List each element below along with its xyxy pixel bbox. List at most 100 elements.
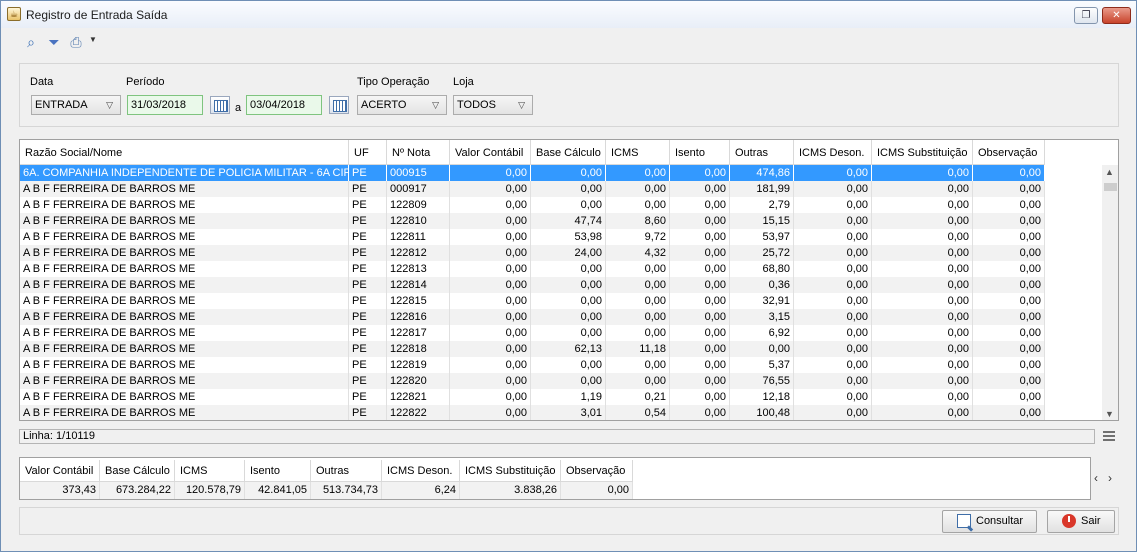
vertical-scrollbar[interactable]: ▲ ▼ [1102,165,1118,420]
table-cell: 4,32 [606,245,670,261]
close-button[interactable]: ✕ [1102,7,1131,24]
table-cell: 62,13 [531,341,606,357]
filter-icon[interactable]: ⏷ [45,34,63,50]
table-cell: 15,15 [730,213,794,229]
table-row[interactable]: A B F FERREIRA DE BARROS ME PE 122812 0,00 2… [20,245,1045,261]
restore-button[interactable]: ❐ [1074,7,1098,24]
totals-value: 373,43 [20,482,100,499]
table-row[interactable]: A B F FERREIRA DE BARROS ME PE 122815 0,00 0… [20,293,1045,309]
records-table[interactable]: Razão Social/Nome UF Nº Nota Valor Contábil… [19,139,1119,421]
data-select[interactable]: ENTRADA ▽ [31,95,121,115]
table-row[interactable]: A B F FERREIRA DE BARROS ME PE 122822 0,00 3… [20,405,1045,420]
table-cell: 32,91 [730,293,794,309]
column-header[interactable]: ICMS Deson. [794,140,872,165]
column-header[interactable]: ICMS [606,140,670,165]
table-row[interactable]: A B F FERREIRA DE BARROS ME PE 122816 0,00 0… [20,309,1045,325]
table-row[interactable]: A B F FERREIRA DE BARROS ME PE 122810 0,00 4… [20,213,1045,229]
table-cell: A B F FERREIRA DE BARROS ME [20,277,349,293]
table-cell: 3,15 [730,309,794,325]
scrollbar-thumb[interactable] [1104,183,1117,191]
loja-select-value: TODOS [457,99,496,111]
table-cell: 0,00 [872,229,973,245]
window-title: Registro de Entrada Saída [26,8,168,22]
table-cell: 0,00 [606,325,670,341]
table-cell: 0,00 [606,373,670,389]
table-cell: 122815 [387,293,450,309]
menu-icon[interactable] [1103,431,1115,441]
column-header[interactable]: ICMS Substituição [872,140,973,165]
table-cell: 0,00 [531,165,606,181]
table-cell: 0,00 [794,245,872,261]
table-row[interactable]: A B F FERREIRA DE BARROS ME PE 122821 0,00 1… [20,389,1045,405]
table-cell: 0,00 [973,261,1045,277]
table-cell: 474,86 [730,165,794,181]
tipo-operacao-value: ACERTO [361,99,407,111]
column-header[interactable]: Observação [973,140,1045,165]
totals-column-header: Observação [561,460,633,482]
table-cell: PE [349,357,387,373]
column-header[interactable]: Base Cálculo [531,140,606,165]
table-cell: A B F FERREIRA DE BARROS ME [20,373,349,389]
table-row[interactable]: A B F FERREIRA DE BARROS ME PE 122819 0,00 0… [20,357,1045,373]
table-cell: 0,00 [973,165,1045,181]
table-cell: PE [349,245,387,261]
table-cell: A B F FERREIRA DE BARROS ME [20,181,349,197]
table-cell: 0,00 [670,341,730,357]
consultar-label: Consultar [976,515,1024,527]
column-header[interactable]: Nº Nota [387,140,450,165]
table-cell: 0,00 [872,389,973,405]
column-header[interactable]: Outras [730,140,794,165]
column-header[interactable]: UF [349,140,387,165]
column-header[interactable]: Isento [670,140,730,165]
table-cell: 53,97 [730,229,794,245]
periodo-inicio-input[interactable]: 31/03/2018 [127,95,203,115]
tipo-operacao-select[interactable]: ACERTO ▽ [357,95,447,115]
totals-column-header: ICMS [175,460,245,482]
scroll-left-icon[interactable]: ‹ [1094,471,1098,485]
scroll-up-icon[interactable]: ▲ [1105,167,1114,177]
table-cell: 0,00 [606,309,670,325]
table-row[interactable]: A B F FERREIRA DE BARROS ME PE 122820 0,00 0… [20,373,1045,389]
table-cell: 0,00 [670,389,730,405]
table-row[interactable]: A B F FERREIRA DE BARROS ME PE 122818 0,00 6… [20,341,1045,357]
table-row[interactable]: 6A. COMPANHIA INDEPENDENTE DE POLICIA MI… [20,165,1045,181]
main-window: ☕ Registro de Entrada Saída ❐ ✕ ⌕ ⏷ ⎙ ▼ … [0,0,1137,552]
table-row[interactable]: A B F FERREIRA DE BARROS ME PE 122813 0,00 0… [20,261,1045,277]
table-cell: 0,00 [973,405,1045,420]
table-row[interactable]: A B F FERREIRA DE BARROS ME PE 122817 0,00 0… [20,325,1045,341]
sair-button[interactable]: Sair [1047,510,1115,533]
java-app-icon: ☕ [7,7,21,21]
table-cell: 0,00 [872,373,973,389]
zoom-search-icon[interactable]: ⌕ [22,34,40,50]
print-icon[interactable]: ⎙ [67,34,85,50]
column-header[interactable]: Razão Social/Nome [20,140,349,165]
table-cell: 122811 [387,229,450,245]
table-cell: 0,00 [670,357,730,373]
table-row[interactable]: A B F FERREIRA DE BARROS ME PE 122811 0,00 5… [20,229,1045,245]
column-header[interactable]: Valor Contábil [450,140,531,165]
table-cell: 0,00 [872,309,973,325]
table-cell: 0,00 [973,245,1045,261]
table-cell: 0,00 [450,373,531,389]
table-cell: 0,00 [450,165,531,181]
table-cell: 0,00 [794,389,872,405]
scroll-down-icon[interactable]: ▼ [1105,409,1114,419]
table-cell: 0,00 [794,325,872,341]
table-cell: 0,00 [872,245,973,261]
table-cell: 0,00 [531,357,606,373]
periodo-fim-input[interactable]: 03/04/2018 [246,95,322,115]
chevron-down-icon: ▽ [106,100,113,110]
scroll-right-icon[interactable]: › [1108,471,1112,485]
print-dropdown-icon[interactable]: ▼ [89,35,97,44]
calendar-icon[interactable] [329,96,349,114]
table-cell: 0,00 [872,293,973,309]
table-cell: PE [349,293,387,309]
table-cell: 0,00 [450,213,531,229]
consultar-button[interactable]: Consultar [942,510,1037,533]
table-row[interactable]: A B F FERREIRA DE BARROS ME PE 122809 0,00 0… [20,197,1045,213]
calendar-icon[interactable] [210,96,230,114]
totals-value: 3.838,26 [460,482,561,499]
loja-select[interactable]: TODOS ▽ [453,95,533,115]
table-row[interactable]: A B F FERREIRA DE BARROS ME PE 000917 0,00 0… [20,181,1045,197]
table-row[interactable]: A B F FERREIRA DE BARROS ME PE 122814 0,00 0… [20,277,1045,293]
